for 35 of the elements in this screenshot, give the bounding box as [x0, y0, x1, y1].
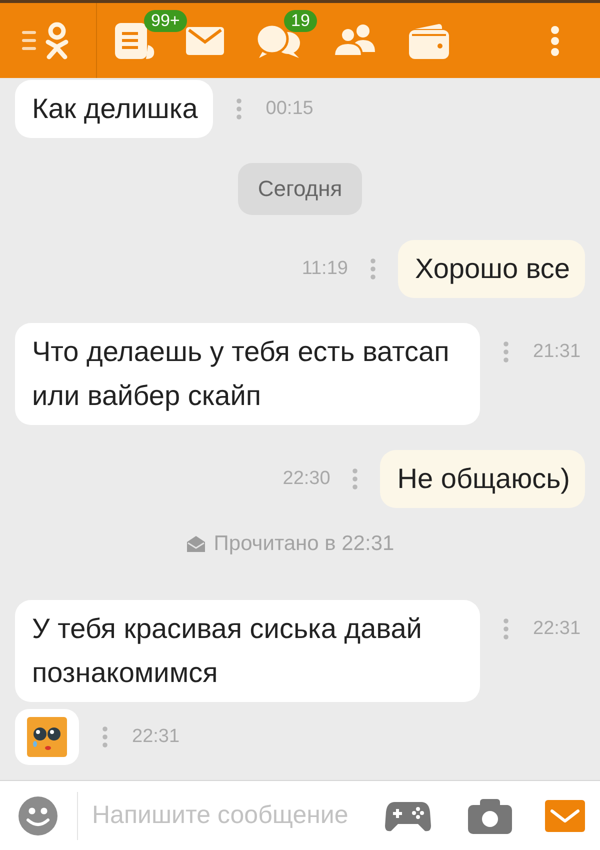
- message-time: 22:31: [132, 726, 180, 748]
- crying-face-sticker-icon: [27, 717, 67, 757]
- envelope-icon[interactable]: [186, 26, 224, 54]
- incoming-message: Что делаешь у тебя есть ватсап или вайбер скайп: [15, 323, 480, 425]
- incoming-message: У тебя красивая сиська давай познакомимся: [15, 600, 480, 702]
- message-time: 22:31: [533, 618, 581, 640]
- envelope-icon: [186, 535, 206, 553]
- gamepad-icon[interactable]: [385, 800, 431, 832]
- incoming-message: Как делишка: [15, 80, 213, 138]
- message-time: 11:19: [302, 258, 348, 280]
- message-time: 22:30: [282, 468, 330, 490]
- more-icon[interactable]: [370, 258, 376, 280]
- message-time: 00:15: [266, 98, 314, 120]
- smiley-icon[interactable]: [18, 796, 58, 836]
- outgoing-message: Хорошо все: [398, 240, 585, 298]
- menu-icon: [22, 31, 36, 50]
- outgoing-message: Не общаюсь): [380, 450, 585, 508]
- camera-icon[interactable]: [468, 798, 512, 834]
- more-icon[interactable]: [352, 468, 358, 490]
- send-button[interactable]: [545, 800, 585, 832]
- message-input[interactable]: Напишите сообщение: [92, 796, 370, 836]
- envelope-icon: [550, 808, 580, 822]
- more-icon[interactable]: [236, 98, 242, 120]
- date-separator: Сегодня: [238, 163, 362, 215]
- more-icon[interactable]: [503, 618, 509, 640]
- people-icon[interactable]: [332, 24, 378, 57]
- notification-count: 19: [284, 10, 317, 32]
- read-receipt: Прочитано в 22:31: [214, 533, 394, 555]
- logo-icon: [44, 22, 70, 60]
- more-icon[interactable]: [102, 726, 108, 748]
- message-time: 21:31: [533, 341, 581, 363]
- notification-count: 99+: [144, 10, 187, 32]
- more-icon[interactable]: [550, 24, 560, 56]
- more-icon[interactable]: [503, 341, 509, 363]
- wallet-icon[interactable]: [409, 22, 449, 58]
